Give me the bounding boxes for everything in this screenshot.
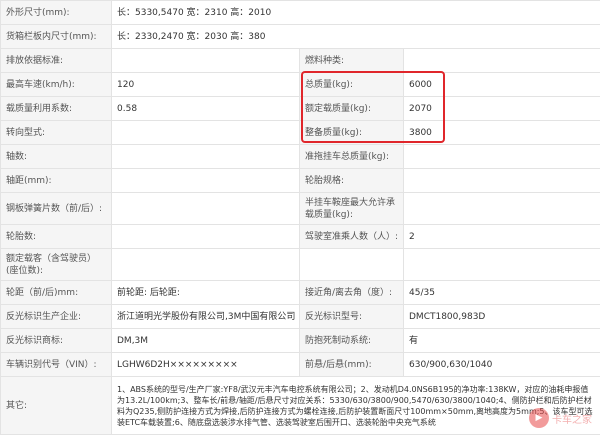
- table-row: 排放依据标准: 燃料种类:: [0, 48, 600, 73]
- watermark: ▶ 卡车之家: [529, 407, 592, 429]
- value-curb-mass: 3800: [402, 120, 600, 145]
- table-row: 钢板弹簧片数（前/后）: 半挂车鞍座最大允许承载质量(kg):: [0, 192, 600, 225]
- table-row: 货箱栏板内尺寸(mm): 长：2330,2470 宽：2030 高：380: [0, 24, 600, 49]
- label-emission-standard: 排放依据标准:: [0, 48, 112, 73]
- value-empty: [402, 248, 600, 281]
- label-saddle-load: 半挂车鞍座最大允许承载质量(kg):: [299, 192, 404, 225]
- value-rated-load: 2070: [402, 96, 600, 121]
- label-abs: 防抱死制动系统:: [299, 328, 404, 353]
- value-rated-passengers: [111, 248, 300, 281]
- value-other: 1、ABS系统的型号/生产厂家:YF8/武汉元丰汽车电控系统有限公司；2、发动机…: [110, 376, 600, 435]
- table-row: 转向型式: 整备质量(kg): 3800: [0, 120, 600, 145]
- table-row: 最高车速(km/h): 120 总质量(kg): 6000: [0, 72, 600, 97]
- label-curb-mass: 整备质量(kg):: [299, 120, 404, 145]
- table-row: 反光标识生产企业: 浙江道明光学股份有限公司,3M中国有限公司 反光标识型号: …: [0, 304, 600, 329]
- table-row: 轮胎数: 驾驶室准乘人数（人）: 2: [0, 224, 600, 249]
- table-row: 其它: 1、ABS系统的型号/生产厂家:YF8/武汉元丰汽车电控系统有限公司；2…: [0, 376, 600, 435]
- label-vin: 车辆识别代号（VIN）:: [0, 352, 112, 377]
- spec-table: 外形尺寸(mm): 长：5330,5470 宽：2310 高：2010 货箱栏板…: [0, 0, 600, 435]
- value-wheelbase: [111, 168, 300, 193]
- label-max-speed: 最高车速(km/h):: [0, 72, 112, 97]
- label-tire-spec: 轮胎规格:: [299, 168, 404, 193]
- value-max-speed: 120: [111, 72, 300, 97]
- value-vin: LGHW6D2H×××××××××: [111, 352, 300, 377]
- watermark-text: 卡车之家: [552, 414, 592, 426]
- table-row: 车辆识别代号（VIN）: LGHW6D2H××××××××× 前悬/后悬(mm)…: [0, 352, 600, 377]
- label-reflector-brand: 反光标识商标:: [0, 328, 112, 353]
- label-cab-seats: 驾驶室准乘人数（人）:: [299, 224, 404, 249]
- truck-logo-icon: ▶: [529, 408, 549, 428]
- label-total-mass: 总质量(kg):: [299, 72, 404, 97]
- label-axle-count: 轴数:: [0, 144, 112, 169]
- value-cargo-box-dimensions: 长：2330,2470 宽：2030 高：380: [110, 24, 600, 49]
- label-tire-count: 轮胎数:: [0, 224, 112, 249]
- value-saddle-load: [402, 192, 600, 225]
- label-cargo-box-dimensions: 货箱栏板内尺寸(mm):: [0, 24, 112, 49]
- value-load-utilization: 0.58: [111, 96, 300, 121]
- label-overall-dimensions: 外形尺寸(mm):: [0, 0, 112, 25]
- label-load-utilization: 载质量利用系数:: [0, 96, 112, 121]
- value-reflector-model: DMCT1800,983D: [402, 304, 600, 329]
- label-overhang: 前悬/后悬(mm):: [299, 352, 404, 377]
- label-wheelbase: 轴距(mm):: [0, 168, 112, 193]
- value-approach-departure: 45/35: [402, 280, 600, 305]
- table-row: 反光标识商标: DM,3M 防抱死制动系统: 有: [0, 328, 600, 353]
- value-leaf-springs: [111, 192, 300, 225]
- table-row: 轴距(mm): 轮胎规格:: [0, 168, 600, 193]
- value-emission-standard: [111, 48, 300, 73]
- label-reflector-model: 反光标识型号:: [299, 304, 404, 329]
- value-abs: 有: [402, 328, 600, 353]
- value-tire-count: [111, 224, 300, 249]
- label-fuel-type: 燃料种类:: [299, 48, 404, 73]
- table-row: 轮距（前/后)mm: 前轮距: 后轮距: 接近角/离去角（度）: 45/35: [0, 280, 600, 305]
- label-approach-departure: 接近角/离去角（度）:: [299, 280, 404, 305]
- value-steering-type: [111, 120, 300, 145]
- value-tire-spec: [402, 168, 600, 193]
- value-fuel-type: [402, 48, 600, 73]
- label-trailer-mass: 准拖挂车总质量(kg):: [299, 144, 404, 169]
- table-row: 额定载客（含驾驶员）(座位数):: [0, 248, 600, 281]
- value-cab-seats: 2: [402, 224, 600, 249]
- label-empty: [299, 248, 404, 281]
- table-row: 外形尺寸(mm): 长：5330,5470 宽：2310 高：2010: [0, 0, 600, 25]
- value-reflector-brand: DM,3M: [111, 328, 300, 353]
- value-trailer-mass: [402, 144, 600, 169]
- value-total-mass: 6000: [402, 72, 600, 97]
- label-other: 其它:: [0, 376, 112, 435]
- label-rated-load: 额定载质量(kg):: [299, 96, 404, 121]
- label-steering-type: 转向型式:: [0, 120, 112, 145]
- value-overhang: 630/900,630/1040: [402, 352, 600, 377]
- value-track-width: 前轮距: 后轮距:: [111, 280, 300, 305]
- label-leaf-springs: 钢板弹簧片数（前/后）:: [0, 192, 112, 225]
- label-reflector-maker: 反光标识生产企业:: [0, 304, 112, 329]
- value-axle-count: [111, 144, 300, 169]
- table-row: 载质量利用系数: 0.58 额定载质量(kg): 2070: [0, 96, 600, 121]
- value-overall-dimensions: 长：5330,5470 宽：2310 高：2010: [110, 0, 600, 25]
- label-track-width: 轮距（前/后)mm:: [0, 280, 112, 305]
- value-reflector-maker: 浙江道明光学股份有限公司,3M中国有限公司: [111, 304, 300, 329]
- table-row: 轴数: 准拖挂车总质量(kg):: [0, 144, 600, 169]
- label-rated-passengers: 额定载客（含驾驶员）(座位数):: [0, 248, 112, 281]
